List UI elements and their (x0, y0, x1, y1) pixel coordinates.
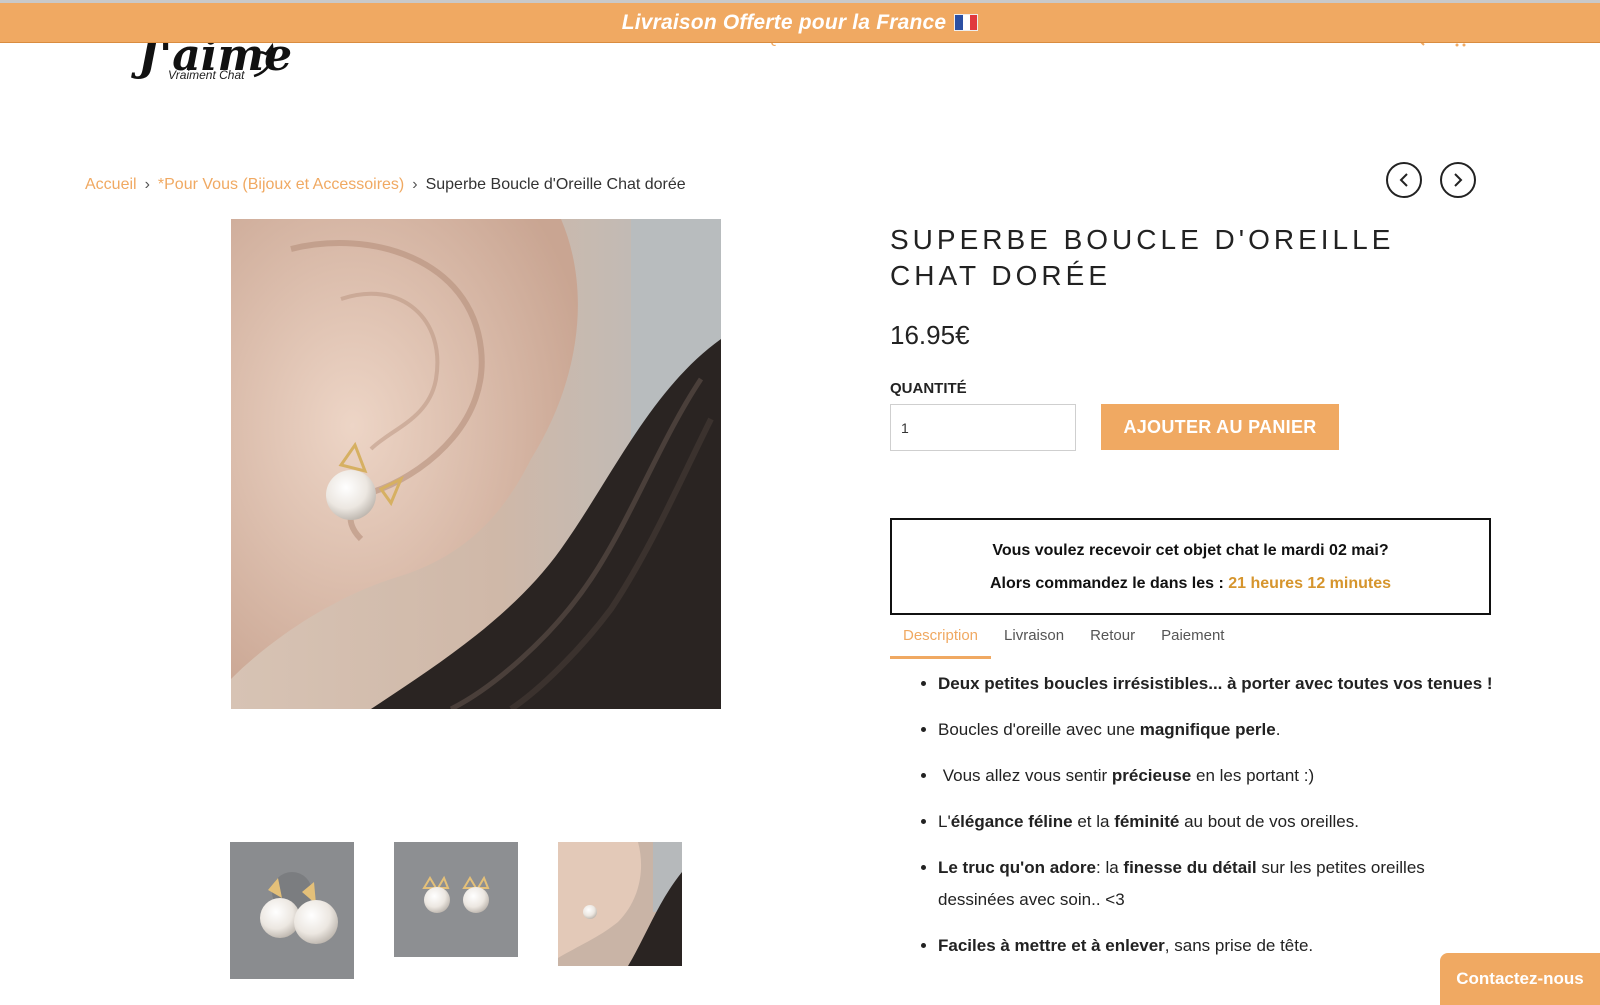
delivery-countdown: 21 heures 12 minutes (1228, 575, 1392, 592)
product-thumbnail[interactable] (558, 842, 682, 966)
product-thumbnail[interactable] (230, 842, 354, 979)
france-flag-icon (954, 14, 979, 31)
product-tabs: Description Livraison Retour Paiement (890, 624, 1491, 659)
description-text: et la (1072, 812, 1115, 831)
delivery-line-2-prefix: Alors commandez le dans les : (989, 575, 1229, 592)
tab-description[interactable]: Description (890, 624, 992, 659)
promo-text: Livraison Offerte pour la France (621, 10, 947, 34)
chevron-right-icon (1454, 173, 1463, 187)
delivery-line-1: Vous voulez recevoir cet objet chat le m… (992, 542, 1389, 559)
description-text: L' (938, 812, 951, 831)
product-thumbnail[interactable] (394, 842, 518, 957)
quantity-label: QUANTITÉ (890, 380, 967, 397)
next-product-button[interactable] (1440, 162, 1476, 198)
cat-ear-icon (253, 42, 274, 78)
previous-product-button[interactable] (1386, 162, 1422, 198)
description-text: . (1275, 720, 1281, 739)
breadcrumb: Accueil › *Pour Vous (Bijoux et Accessoi… (85, 176, 686, 194)
delivery-line-2: Alors commandez le dans les : 21 heures … (892, 575, 1489, 593)
logo-sub-text: Vraiment Chat (168, 68, 245, 82)
product-title: SUPERBE BOUCLE D'OREILLE CHAT DORÉE (890, 224, 1395, 291)
contact-button[interactable]: Contactez-nous (1440, 953, 1600, 1005)
product-description: Deux petites boucles irrésistibles... à … (916, 668, 1498, 976)
list-item: Deux petites boucles irrésistibles... à … (938, 668, 1498, 700)
description-bold-text: précieuse (1111, 766, 1192, 785)
promo-banner: Livraison Offerte pour la France (0, 0, 1600, 43)
description-bold-text: Faciles à mettre et à enlever (938, 936, 1165, 955)
breadcrumb-separator: › (144, 176, 150, 193)
list-item: Boucles d'oreille avec une magnifique pe… (938, 714, 1498, 746)
breadcrumb-current: Superbe Boucle d'Oreille Chat dorée (425, 176, 686, 193)
add-to-cart-button[interactable]: AJOUTER AU PANIER (1101, 404, 1339, 450)
list-item: L'élégance féline et la féminité au bout… (938, 806, 1498, 838)
description-text: : la (1096, 858, 1124, 877)
description-text: Boucles d'oreille avec une (938, 720, 1140, 739)
delivery-countdown-box: Vous voulez recevoir cet objet chat le m… (890, 518, 1491, 615)
main-product-image[interactable] (231, 219, 721, 709)
tab-paiement[interactable]: Paiement (1148, 624, 1237, 656)
description-bold-text: Deux petites boucles irrésistibles... à … (938, 674, 1493, 693)
breadcrumb-category[interactable]: *Pour Vous (Bijoux et Accessoires) (158, 176, 404, 194)
description-text: au bout de vos oreilles. (1179, 812, 1359, 831)
breadcrumb-home[interactable]: Accueil (85, 176, 137, 194)
breadcrumb-separator: › (412, 176, 418, 193)
description-bold-text: finesse du détail (1123, 858, 1257, 877)
list-item: Vous allez vous sentir précieuse en les … (938, 760, 1498, 792)
description-bold-text: Le truc qu'on adore (938, 858, 1096, 877)
quantity-input[interactable] (890, 404, 1076, 451)
list-item: Le truc qu'on adore: la finesse du détai… (938, 852, 1498, 916)
chevron-left-icon (1399, 173, 1408, 187)
tab-retour[interactable]: Retour (1077, 624, 1148, 656)
description-text: Vous allez vous sentir (938, 766, 1112, 785)
description-text: en les portant :) (1191, 766, 1315, 785)
tab-livraison[interactable]: Livraison (991, 624, 1077, 656)
description-bold-text: élégance féline (950, 812, 1073, 831)
product-price: 16.95€ (890, 320, 970, 350)
description-bold-text: féminité (1114, 812, 1180, 831)
description-text: , sans prise de tête. (1164, 936, 1314, 955)
list-item: Faciles à mettre et à enlever, sans pris… (938, 930, 1498, 962)
description-bold-text: magnifique perle (1139, 720, 1276, 739)
